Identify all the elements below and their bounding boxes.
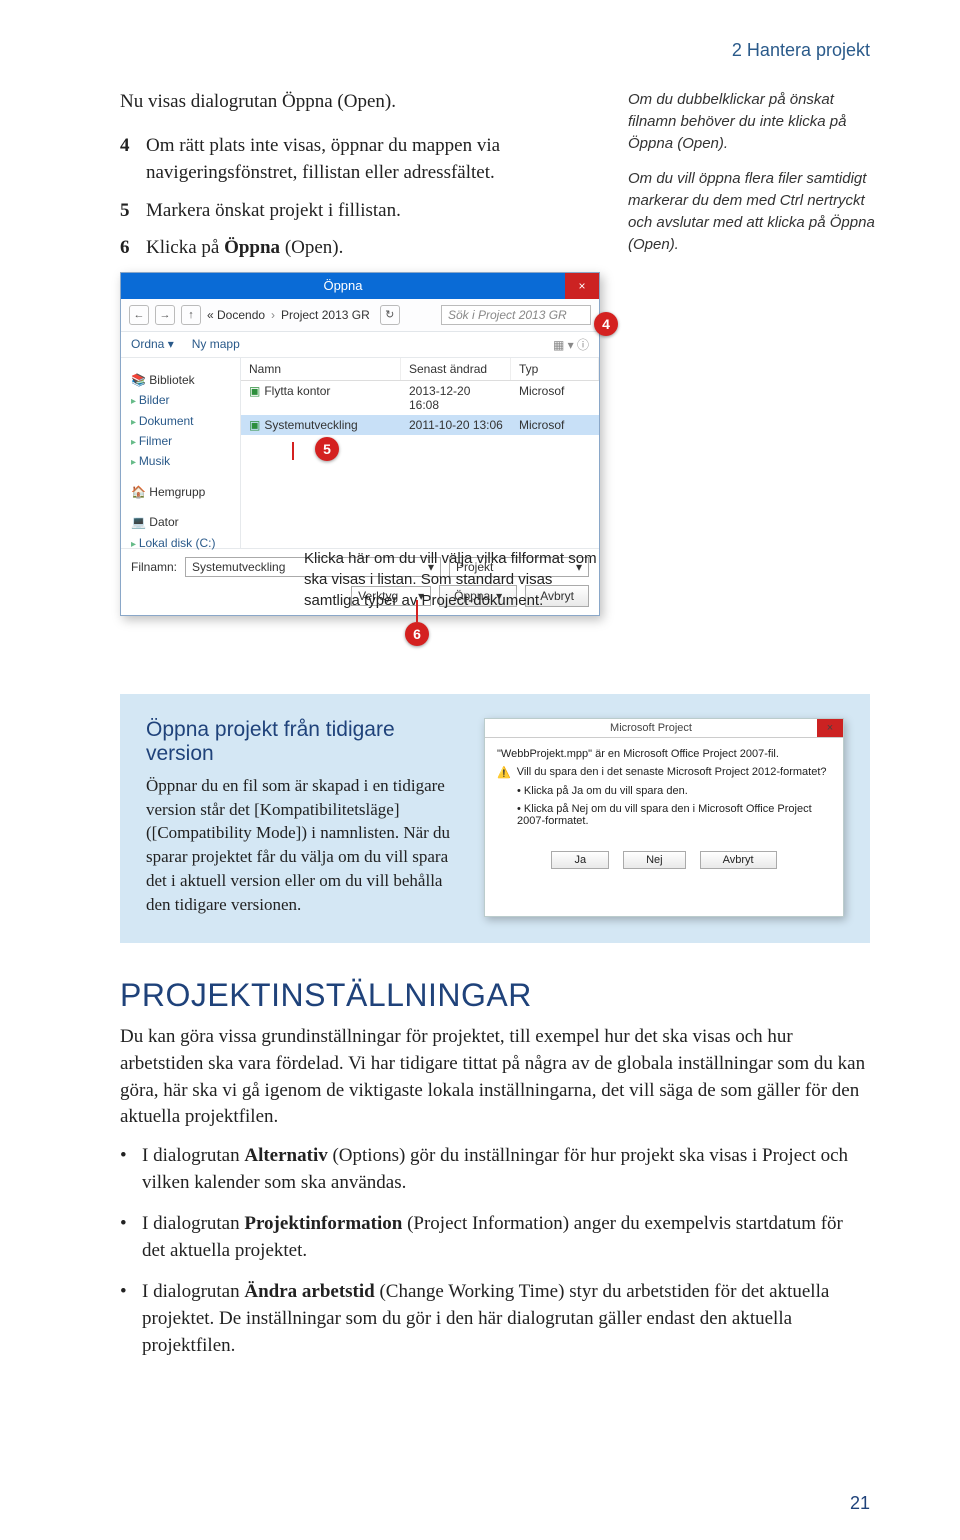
mp-bullet-2: • Klicka på Nej om du vill spara den i M… bbox=[497, 803, 831, 827]
project-file-icon: ▣ bbox=[249, 384, 260, 398]
info-box-body: Öppnar du en fil som är skapad i en tidi… bbox=[146, 774, 458, 917]
sidenote-1: Om du dubbelklickar på önskat filnamn be… bbox=[628, 89, 876, 154]
tree-dokument[interactable]: Dokument bbox=[131, 411, 234, 431]
sidenote-2: Om du vill öppna flera filer samtidigt m… bbox=[628, 168, 876, 255]
dialog-nav: ← → ↑ « Docendo › Project 2013 GR ↻ Sök … bbox=[121, 299, 599, 332]
open-dialog-wrapper: Öppna × ← → ↑ « Docendo › Project 2013 G… bbox=[120, 272, 600, 616]
info-box: Öppna projekt från tidigare version Öppn… bbox=[120, 694, 870, 943]
numbered-steps: Om rätt plats inte visas, öppnar du mapp… bbox=[120, 132, 600, 262]
mp-bullet-1: • Klicka på Ja om du vill spara den. bbox=[497, 785, 831, 797]
col-type[interactable]: Typ bbox=[511, 358, 599, 380]
step-5: Markera önskat projekt i fillistan. bbox=[120, 197, 600, 225]
step-4: Om rätt plats inte visas, öppnar du mapp… bbox=[120, 132, 600, 187]
callout-4: 4 bbox=[594, 312, 618, 336]
top-left-column: Nu visas dialogrutan Öppna (Open). Om rä… bbox=[120, 89, 600, 616]
bullet-andra-arbetstid: I dialogrutan Ändra arbetstid (Change Wo… bbox=[120, 1279, 870, 1360]
search-input[interactable]: Sök i Project 2013 GR bbox=[441, 305, 591, 325]
bullet-projektinformation: I dialogrutan Projektinformation (Projec… bbox=[120, 1211, 870, 1265]
chapter-header: 2 Hantera projekt bbox=[120, 40, 870, 61]
tree-lokal-disk[interactable]: Lokal disk (C:) bbox=[131, 533, 234, 553]
bullet-alternativ: I dialogrutan Alternativ (Options) gör d… bbox=[120, 1143, 870, 1197]
back-button[interactable]: ← bbox=[129, 305, 149, 325]
breadcrumb-current[interactable]: Project 2013 GR bbox=[281, 308, 370, 322]
new-folder-button[interactable]: Ny mapp bbox=[192, 337, 240, 351]
arrow-up-icon: ↑ bbox=[188, 309, 194, 321]
intro-text: Nu visas dialogrutan Öppna (Open). bbox=[120, 89, 600, 116]
file-row-selected[interactable]: ▣Systemutveckling 2011-10-20 13:06 Micro… bbox=[241, 415, 599, 435]
callout-6: 6 bbox=[405, 622, 429, 646]
tree-bilder[interactable]: Bilder bbox=[131, 390, 234, 410]
dialog-body: 📚 Bibliotek Bilder Dokument Filmer Musik… bbox=[121, 358, 599, 548]
section-body: Du kan göra vissa grundinställningar för… bbox=[120, 1024, 870, 1361]
file-row[interactable]: ▣Flytta kontor 2013-12-20 16:08 Microsof bbox=[241, 381, 599, 415]
callout-5: 5 bbox=[315, 437, 339, 461]
view-icons[interactable]: ▦ ▾ ⓘ bbox=[553, 336, 589, 353]
dialog-titlebar: Öppna × bbox=[121, 273, 599, 299]
up-button[interactable]: ↑ bbox=[181, 305, 201, 325]
forward-button[interactable]: → bbox=[155, 305, 175, 325]
ms-project-dialog: Microsoft Project × "WebbProjekt.mpp" är… bbox=[484, 718, 844, 917]
col-date[interactable]: Senast ändrad bbox=[401, 358, 511, 380]
close-icon: × bbox=[578, 279, 585, 293]
step-6-bold: Öppna bbox=[224, 237, 280, 258]
close-icon: × bbox=[817, 719, 843, 737]
col-name[interactable]: Namn bbox=[241, 358, 401, 380]
filename-label: Filnamn: bbox=[131, 560, 177, 574]
filter-caption: Klicka här om du vill välja vilka filfor… bbox=[304, 548, 604, 611]
mp-close-button[interactable]: × bbox=[817, 719, 843, 737]
dialog-toolbar: Ordna ▾ Ny mapp ▦ ▾ ⓘ bbox=[121, 332, 599, 358]
tree-bibliotek[interactable]: 📚 Bibliotek bbox=[131, 370, 234, 390]
step-6: Klicka på Öppna (Open). bbox=[120, 234, 600, 262]
project-file-icon: ▣ bbox=[249, 418, 260, 432]
folder-tree[interactable]: 📚 Bibliotek Bilder Dokument Filmer Musik… bbox=[121, 358, 241, 548]
mp-line-2: ⚠️Vill du spara den i det senaste Micros… bbox=[497, 766, 831, 779]
dialog-title: Öppna bbox=[121, 278, 565, 293]
mp-buttons: Ja Nej Avbryt bbox=[485, 845, 843, 879]
info-box-title: Öppna projekt från tidigare version bbox=[146, 718, 458, 766]
file-list-header: Namn Senast ändrad Typ bbox=[241, 358, 599, 381]
warning-icon: ⚠️ bbox=[497, 766, 511, 779]
breadcrumb-sep-icon: › bbox=[271, 308, 275, 322]
mp-body: "WebbProjekt.mpp" är en Microsoft Office… bbox=[485, 738, 843, 845]
yes-button[interactable]: Ja bbox=[551, 851, 609, 869]
info-box-text: Öppna projekt från tidigare version Öppn… bbox=[146, 718, 458, 917]
mp-titlebar: Microsoft Project × bbox=[485, 719, 843, 738]
section-heading: PROJEKTINSTÄLLNINGAR bbox=[120, 977, 870, 1014]
sidenote-column: Om du dubbelklickar på önskat filnamn be… bbox=[628, 89, 876, 616]
page-number: 21 bbox=[850, 1493, 870, 1514]
no-button[interactable]: Nej bbox=[623, 851, 686, 869]
tree-filmer[interactable]: Filmer bbox=[131, 431, 234, 451]
mp-line-1: "WebbProjekt.mpp" är en Microsoft Office… bbox=[497, 748, 831, 760]
breadcrumb[interactable]: « Docendo bbox=[207, 308, 265, 322]
arrow-right-icon: → bbox=[160, 309, 171, 321]
top-row: Nu visas dialogrutan Öppna (Open). Om rä… bbox=[120, 89, 870, 616]
callout-line bbox=[292, 442, 294, 460]
arrow-left-icon: ← bbox=[134, 309, 145, 321]
organize-menu[interactable]: Ordna ▾ bbox=[131, 337, 174, 351]
dialog-close-button[interactable]: × bbox=[565, 273, 599, 299]
refresh-button[interactable]: ↻ bbox=[380, 305, 400, 325]
section-paragraph: Du kan göra vissa grundinställningar för… bbox=[120, 1024, 870, 1132]
file-list: Namn Senast ändrad Typ ▣Flytta kontor 20… bbox=[241, 358, 599, 548]
bullet-list: I dialogrutan Alternativ (Options) gör d… bbox=[120, 1143, 870, 1360]
cancel-button[interactable]: Avbryt bbox=[700, 851, 777, 869]
tree-hemgrupp[interactable]: 🏠 Hemgrupp bbox=[131, 482, 234, 502]
refresh-icon: ↻ bbox=[385, 308, 394, 321]
tree-dator[interactable]: 💻 Dator bbox=[131, 512, 234, 532]
mp-title: Microsoft Project bbox=[485, 719, 817, 737]
tree-musik[interactable]: Musik bbox=[131, 451, 234, 471]
